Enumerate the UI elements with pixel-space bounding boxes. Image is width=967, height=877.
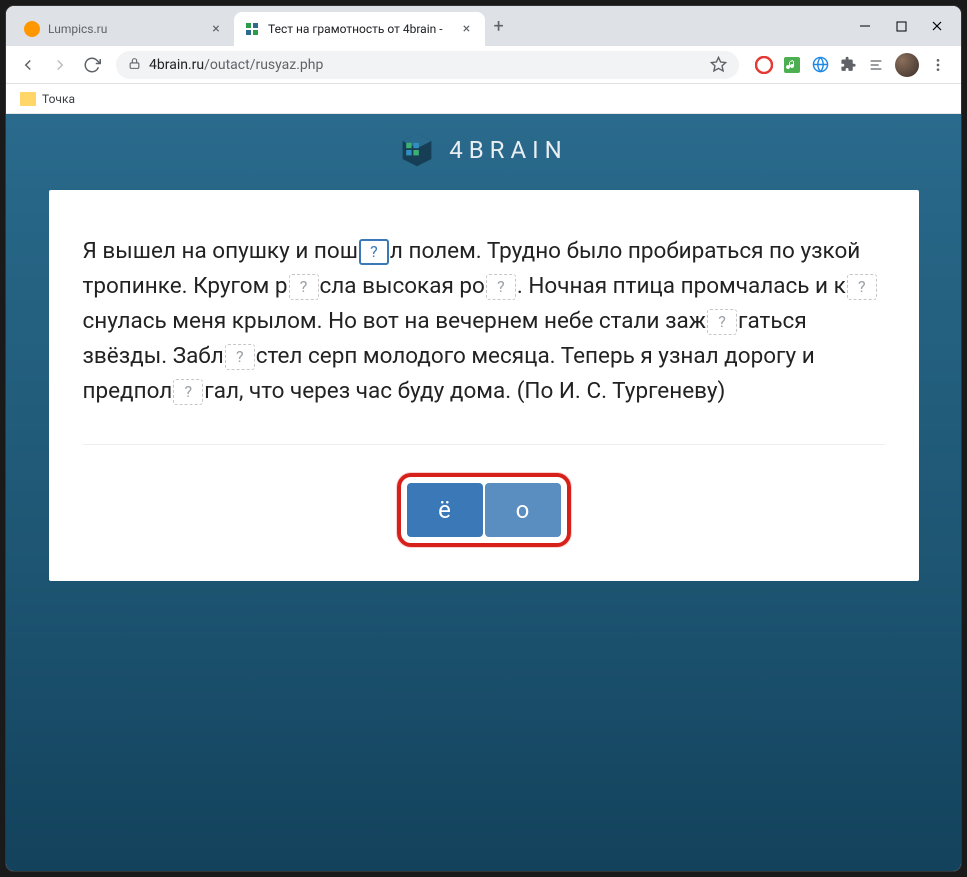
page-content: 4BRAIN Я вышел на опушку и пош?л полем. … — [6, 114, 961, 871]
blank-1[interactable]: ? — [359, 239, 389, 265]
blank-2[interactable]: ? — [289, 274, 319, 300]
forward-button[interactable] — [46, 51, 74, 79]
extensions — [749, 53, 953, 77]
tab-title: Lumpics.ru — [48, 22, 107, 36]
address-bar[interactable]: 4brain.ru/outact/rusyaz.php — [116, 51, 739, 79]
music-icon[interactable] — [783, 56, 801, 74]
text-fragment: сла высокая ро — [320, 273, 485, 299]
text-fragment: Я вышел на опушку и пош — [83, 238, 358, 264]
browser-window: Lumpics.ru × Тест на грамотность от 4bra… — [6, 6, 961, 871]
close-icon[interactable]: × — [208, 21, 224, 37]
tab-4brain[interactable]: Тест на грамотность от 4brain - × — [234, 12, 485, 46]
blank-3[interactable]: ? — [486, 274, 516, 300]
globe-icon[interactable] — [811, 56, 829, 74]
lock-icon — [128, 55, 141, 74]
blank-4[interactable]: ? — [847, 274, 877, 300]
blank-6[interactable]: ? — [225, 344, 255, 370]
blank-7[interactable]: ? — [173, 379, 203, 405]
text-fragment: . Ночная птица промчалась и к — [517, 273, 846, 299]
reload-button[interactable] — [78, 51, 106, 79]
quiz-card: Я вышел на опушку и пош?л полем. Трудно … — [49, 190, 919, 581]
maximize-button[interactable] — [895, 20, 907, 32]
toolbar: 4brain.ru/outact/rusyaz.php — [6, 46, 961, 84]
brand-header: 4BRAIN — [399, 114, 568, 190]
favicon-4brain — [244, 21, 260, 37]
window-controls — [841, 6, 961, 46]
answer-option-2[interactable]: о — [485, 483, 561, 537]
answers-highlight: ё о — [397, 473, 571, 547]
blank-5[interactable]: ? — [707, 309, 737, 335]
question-text: Я вышел на опушку и пош?л полем. Трудно … — [83, 234, 885, 408]
minimize-button[interactable] — [859, 20, 871, 32]
menu-icon[interactable] — [929, 56, 947, 74]
text-fragment: гал, что через час буду дома. (По И. С. … — [204, 378, 725, 404]
answer-option-1[interactable]: ё — [407, 483, 483, 537]
tab-lumpics[interactable]: Lumpics.ru × — [14, 12, 234, 46]
text-fragment: снулась меня крылом. Но вот на вечернем … — [83, 308, 707, 334]
back-button[interactable] — [14, 51, 42, 79]
tab-title: Тест на грамотность от 4brain - — [268, 22, 443, 36]
close-icon[interactable]: × — [459, 21, 475, 37]
star-icon[interactable] — [709, 56, 727, 74]
new-tab-button[interactable]: + — [485, 12, 513, 40]
url-text: 4brain.ru/outact/rusyaz.php — [149, 57, 323, 73]
brand-logo-icon — [399, 132, 435, 168]
favicon-lumpics — [24, 21, 40, 37]
tab-strip: Lumpics.ru × Тест на грамотность от 4bra… — [6, 12, 841, 46]
close-button[interactable] — [931, 20, 943, 32]
bookmarks-bar: Точка — [6, 84, 961, 114]
titlebar: Lumpics.ru × Тест на грамотность от 4bra… — [6, 6, 961, 46]
opera-icon[interactable] — [755, 56, 773, 74]
bookmark-item[interactable]: Точка — [42, 92, 75, 106]
list-icon[interactable] — [867, 56, 885, 74]
puzzle-icon[interactable] — [839, 56, 857, 74]
profile-avatar[interactable] — [895, 53, 919, 77]
divider — [83, 444, 885, 445]
brand-name: 4BRAIN — [449, 136, 568, 164]
answers-area: ё о — [83, 473, 885, 547]
folder-icon — [20, 92, 36, 106]
